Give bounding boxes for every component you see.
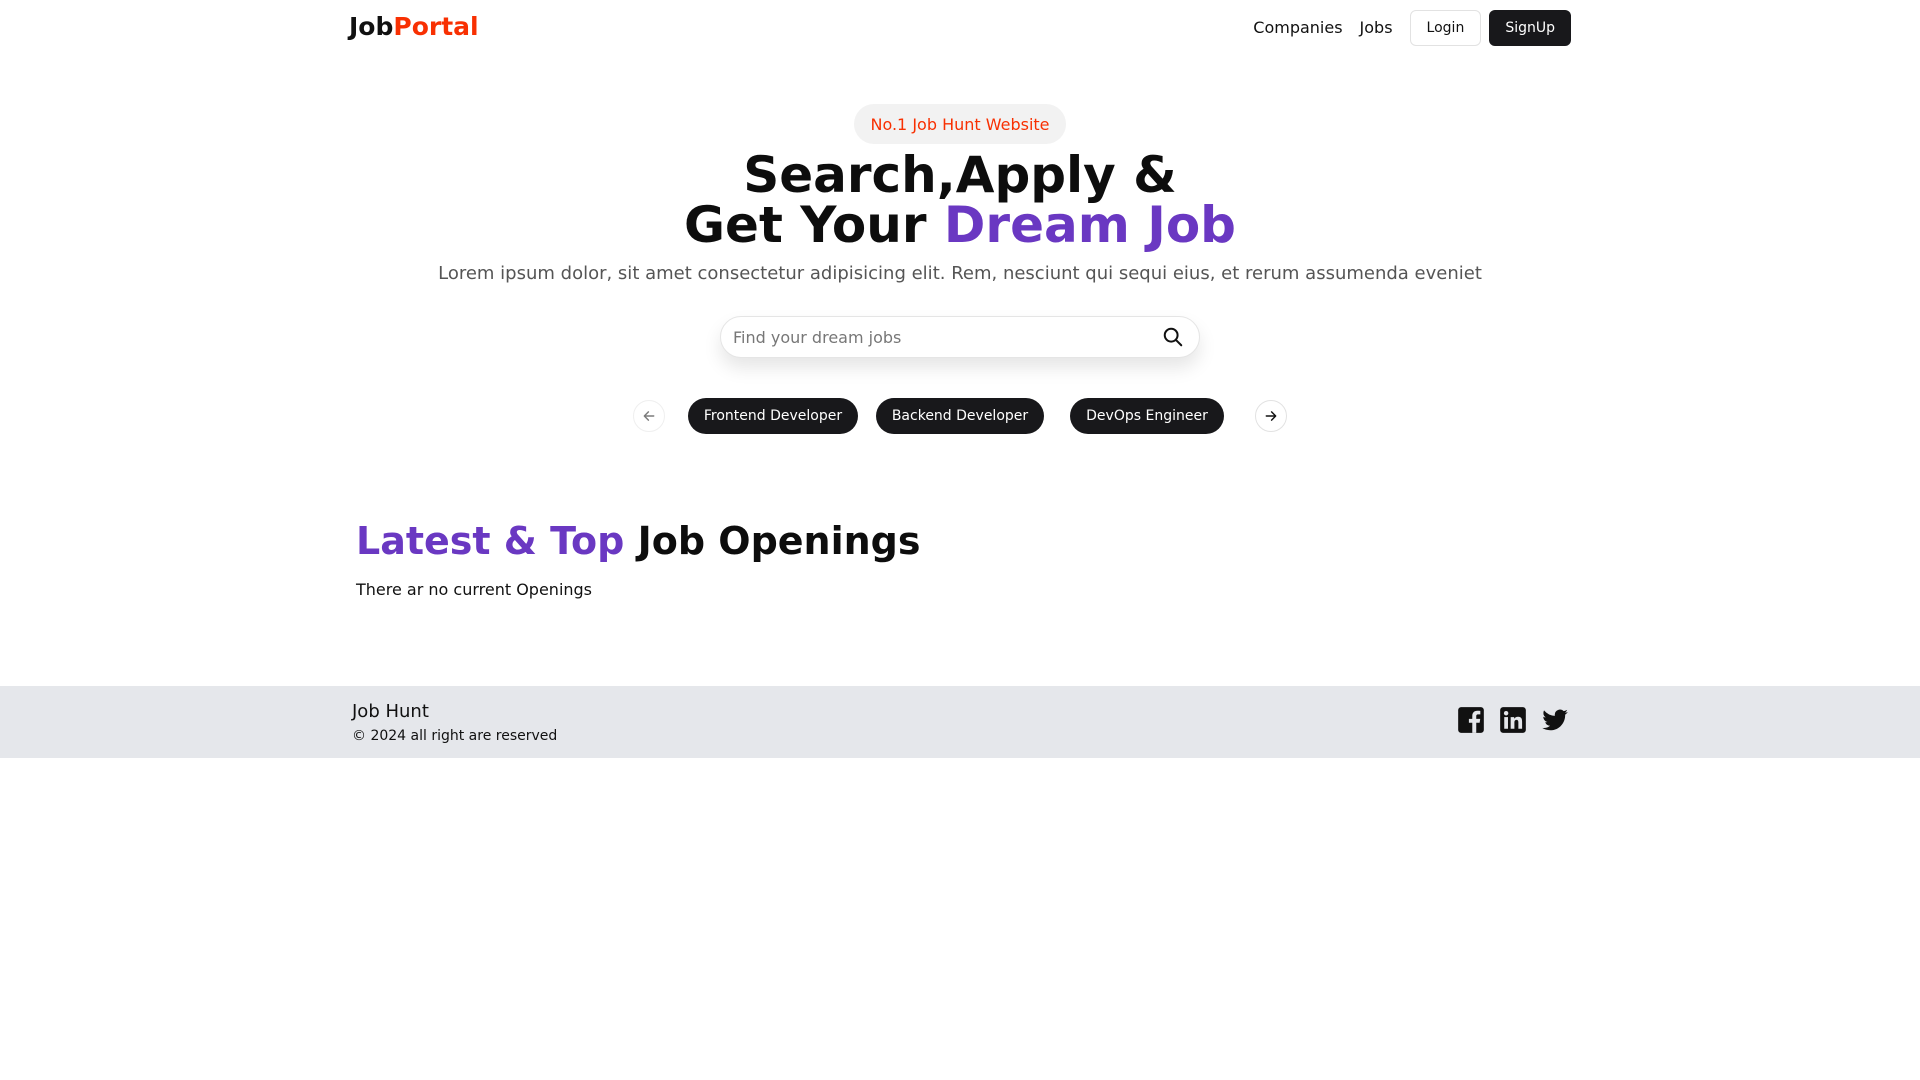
nav-link-jobs[interactable]: Jobs	[1360, 10, 1393, 46]
category-carousel: Frontend Developer Backend Developer Dev…	[0, 398, 1920, 434]
category-chip-devops[interactable]: DevOps Engineer	[1070, 398, 1224, 434]
search-bar	[720, 316, 1200, 358]
search-input[interactable]	[721, 317, 1151, 357]
navbar: JobPortal Companies Jobs Login SignUp	[0, 0, 1920, 55]
footer: Job Hunt © 2024 all right are reserved	[0, 686, 1920, 758]
hero-subtitle: Lorem ipsum dolor, sit amet consectetur …	[438, 263, 1482, 284]
no-openings-message: There ar no current Openings	[356, 580, 593, 599]
latest-jobs-title-rest: Job Openings	[624, 519, 921, 563]
hero-title: Search,Apply & Get Your Dream Job	[0, 150, 1920, 250]
nav-links: Companies Jobs Login SignUp	[1253, 10, 1571, 46]
hero-title-line2-prefix: Get Your	[684, 196, 944, 254]
login-button[interactable]: Login	[1409, 10, 1482, 46]
footer-brand: Job Hunt	[352, 701, 429, 722]
logo-text-job: Job	[349, 12, 394, 41]
footer-copyright: © 2024 all right are reserved	[352, 728, 558, 744]
twitter-icon[interactable]	[1541, 706, 1569, 734]
linkedin-icon[interactable]	[1499, 706, 1527, 734]
search-icon	[1163, 327, 1183, 347]
latest-jobs-title-accent: Latest & Top	[356, 519, 625, 563]
search-button[interactable]	[1151, 317, 1195, 357]
logo-text-portal: Portal	[393, 12, 479, 41]
category-chip-backend[interactable]: Backend Developer	[876, 398, 1044, 434]
carousel-next-button[interactable]	[1255, 400, 1287, 432]
facebook-icon[interactable]	[1457, 706, 1485, 734]
hero-title-accent: Dream Job	[943, 196, 1236, 254]
arrow-left-icon	[643, 411, 655, 421]
nav-link-companies[interactable]: Companies	[1253, 10, 1342, 46]
signup-button[interactable]: SignUp	[1489, 10, 1571, 46]
category-chip-frontend[interactable]: Frontend Developer	[688, 398, 858, 434]
arrow-right-icon	[1265, 411, 1277, 421]
social-links	[1443, 706, 1569, 734]
hero-badge: No.1 Job Hunt Website	[854, 104, 1066, 144]
carousel-prev-button[interactable]	[633, 400, 665, 432]
logo[interactable]: JobPortal	[349, 12, 479, 42]
latest-jobs-title: Latest & Top Job Openings	[356, 518, 921, 564]
